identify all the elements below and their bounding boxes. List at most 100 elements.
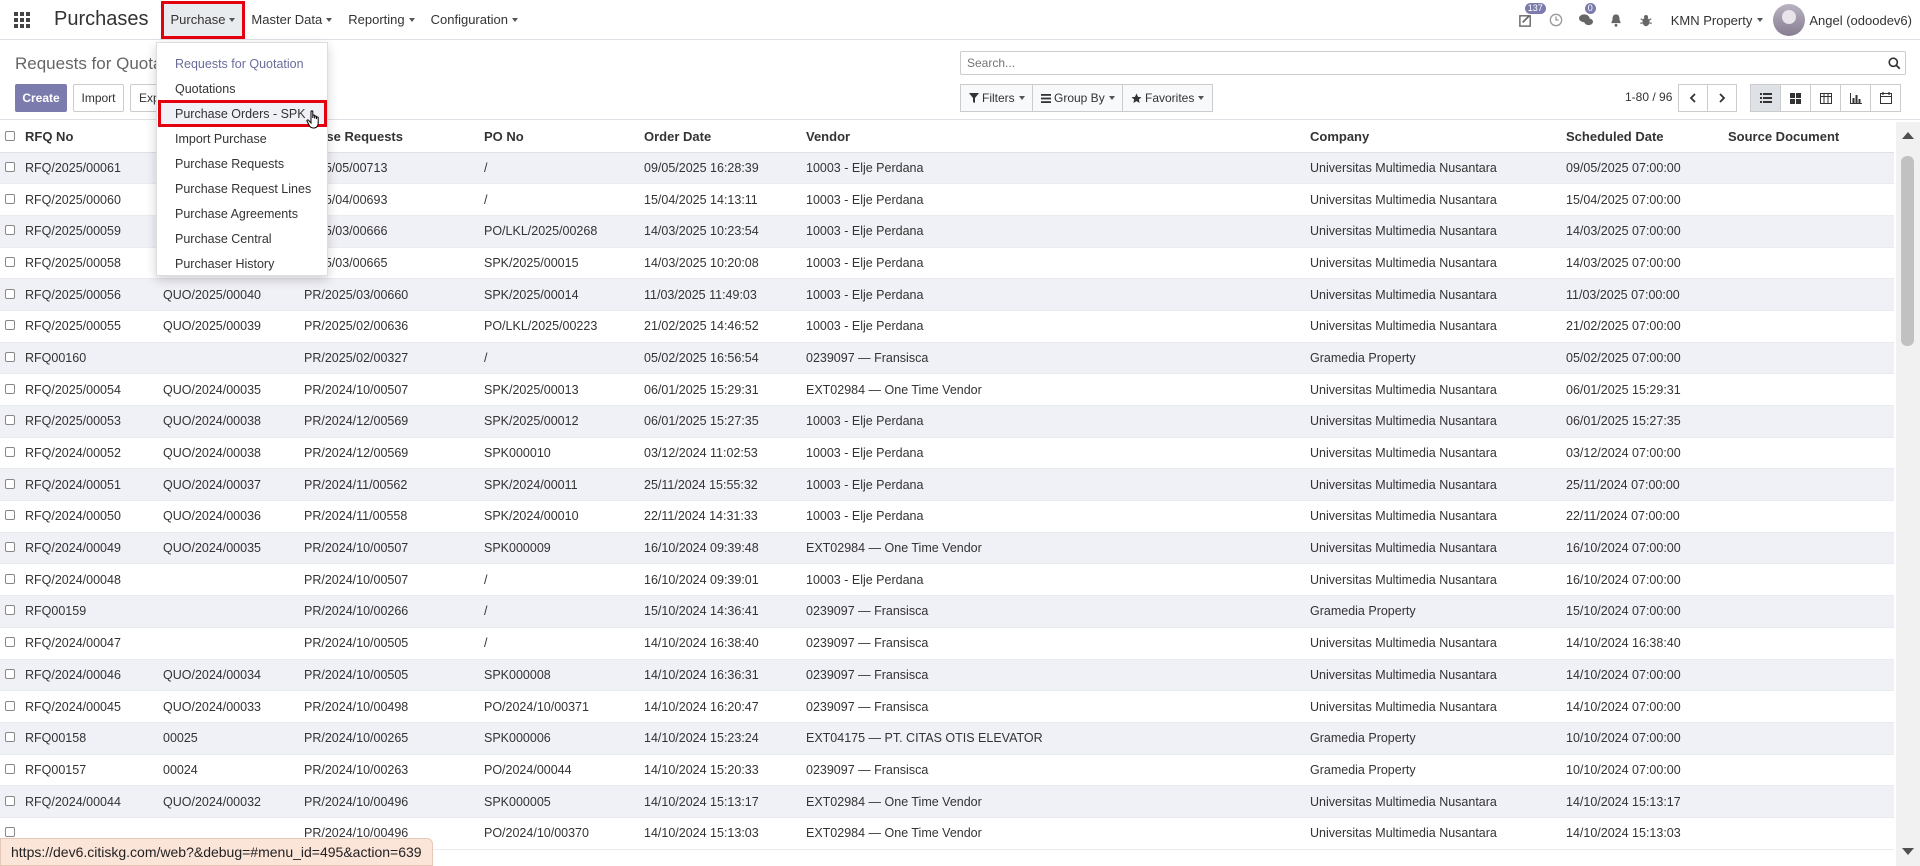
- table-cell: 03/12/2024 11:02:53: [644, 437, 806, 470]
- menu-item-purchase-request-lines[interactable]: Purchase Request Lines: [157, 176, 327, 201]
- activity-icon[interactable]: 137: [1511, 0, 1546, 40]
- pager-previous-button[interactable]: [1678, 84, 1708, 112]
- kanban-view-button[interactable]: [1780, 84, 1811, 112]
- calendar-view-button[interactable]: [1870, 84, 1901, 112]
- column-header[interactable]: Vendor: [806, 122, 1310, 153]
- table-row[interactable]: RFQ/2024/00045 QUO/2024/00033 PR/2024/10/0…: [0, 690, 1894, 723]
- menu-configuration[interactable]: Configuration: [423, 5, 526, 35]
- table-cell: RFQ00157: [25, 754, 163, 787]
- apps-menu-icon[interactable]: [0, 0, 44, 40]
- row-checkbox[interactable]: [0, 152, 25, 185]
- scroll-down-icon[interactable]: [1902, 848, 1914, 855]
- row-checkbox[interactable]: [0, 468, 25, 502]
- table-cell: 21/02/2025 14:46:52: [644, 310, 806, 343]
- menu-item-purchase-central[interactable]: Purchase Central: [157, 226, 327, 251]
- row-checkbox[interactable]: [0, 563, 25, 597]
- row-checkbox[interactable]: [0, 754, 25, 787]
- column-header[interactable]: Scheduled Date: [1566, 122, 1728, 153]
- graph-view-button[interactable]: [1840, 84, 1871, 112]
- menu-item-quotations[interactable]: Quotations: [157, 76, 327, 101]
- vertical-scrollbar[interactable]: [1896, 122, 1920, 866]
- menu-item-import-purchase[interactable]: Import Purchase: [157, 126, 327, 151]
- table-cell: Gramedia Property: [1310, 722, 1566, 755]
- table-cell: PR/2024/11/00562: [304, 468, 484, 502]
- table-cell: PR/2024/10/00507: [304, 373, 484, 406]
- row-checkbox[interactable]: [0, 785, 25, 818]
- pager-next-button[interactable]: [1707, 84, 1737, 112]
- table-cell: Universitas Multimedia Nusantara: [1310, 152, 1566, 185]
- groupby-button[interactable]: Group By: [1032, 84, 1124, 112]
- row-checkbox[interactable]: [0, 215, 25, 248]
- clock-icon[interactable]: [1541, 0, 1571, 40]
- row-checkbox[interactable]: [0, 405, 25, 438]
- row-checkbox[interactable]: [0, 532, 25, 565]
- table-row[interactable]: RFQ/2024/00052 QUO/2024/00038 PR/2024/12/0…: [0, 437, 1894, 470]
- table-cell: Universitas Multimedia Nusantara: [1310, 310, 1566, 343]
- menu-item-purchase-agreements[interactable]: Purchase Agreements: [157, 201, 327, 226]
- select-all-checkbox[interactable]: [0, 122, 25, 153]
- column-header[interactable]: Source Document: [1728, 122, 1894, 153]
- table-row[interactable]: RFQ/2025/00055 QUO/2025/00039 PR/2025/02/0…: [0, 310, 1894, 343]
- menu-item-purchase-orders-spk[interactable]: Purchase Orders - SPK: [158, 100, 327, 127]
- column-header[interactable]: Company: [1310, 122, 1566, 153]
- table-row[interactable]: RFQ/2024/00047 PR/2024/10/00505/14/10/202…: [0, 627, 1894, 660]
- row-checkbox[interactable]: [0, 342, 25, 375]
- table-row[interactable]: RFQ/2024/00049 QUO/2024/00035 PR/2024/10/0…: [0, 532, 1894, 565]
- import-button[interactable]: Import: [73, 84, 124, 112]
- scroll-up-icon[interactable]: [1902, 132, 1914, 139]
- menu-purchase[interactable]: Purchase: [160, 0, 246, 39]
- row-checkbox[interactable]: [0, 627, 25, 660]
- bell-icon[interactable]: [1601, 0, 1631, 40]
- pager-value[interactable]: 1-80 / 96: [1625, 90, 1672, 104]
- menu-item-purchase-requests[interactable]: Purchase Requests: [157, 151, 327, 176]
- column-header[interactable]: RFQ No: [25, 122, 163, 153]
- table-row[interactable]: RFQ/2025/00053 QUO/2024/00038 PR/2024/12/0…: [0, 405, 1894, 438]
- table-cell: [1728, 563, 1894, 597]
- create-button[interactable]: Create: [15, 84, 67, 112]
- row-checkbox[interactable]: [0, 690, 25, 723]
- favorites-button[interactable]: Favorites: [1122, 84, 1214, 112]
- row-checkbox[interactable]: [0, 437, 25, 470]
- pivot-view-button[interactable]: [1810, 84, 1841, 112]
- row-checkbox[interactable]: [0, 595, 25, 628]
- row-checkbox[interactable]: [0, 183, 25, 216]
- user-menu[interactable]: Angel (odoodev6): [1773, 4, 1920, 36]
- table-cell: PR/2024/11/00558: [304, 500, 484, 533]
- column-header[interactable]: chase Requests: [304, 122, 484, 153]
- table-row[interactable]: RFQ/2024/00046 QUO/2024/00034 PR/2024/10/0…: [0, 659, 1894, 692]
- menu-reporting[interactable]: Reporting: [340, 5, 422, 35]
- row-checkbox[interactable]: [0, 500, 25, 533]
- menu-item-requests-for-quotation[interactable]: Requests for Quotation: [157, 51, 327, 76]
- table-row[interactable]: RFQ/2025/00054 QUO/2024/00035 PR/2024/10/0…: [0, 373, 1894, 406]
- column-header[interactable]: PO No: [484, 122, 644, 153]
- table-row[interactable]: RFQ/2024/00051 QUO/2024/00037 PR/2024/11/0…: [0, 468, 1894, 502]
- table-cell: 10003 - Elje Perdana: [806, 247, 1310, 280]
- messages-icon[interactable]: 0: [1571, 0, 1601, 40]
- menu-item-purchaser-history[interactable]: Purchaser History: [157, 251, 327, 276]
- row-checkbox[interactable]: [0, 278, 25, 311]
- menu-master-data[interactable]: Master Data: [243, 5, 340, 35]
- row-checkbox[interactable]: [0, 659, 25, 692]
- search-icon[interactable]: [1883, 56, 1905, 70]
- row-checkbox[interactable]: [0, 373, 25, 406]
- table-row[interactable]: RFQ00160 PR/2025/02/00327/05/02/2025 16:5…: [0, 342, 1894, 375]
- table-row[interactable]: RFQ00159 PR/2024/10/00266/15/10/2024 14:3…: [0, 595, 1894, 628]
- company-switcher[interactable]: KMN Property: [1661, 13, 1774, 28]
- table-row[interactable]: RFQ00157 00024 PR/2024/10/00263 PO/2024/000…: [0, 754, 1894, 787]
- bug-icon[interactable]: [1631, 0, 1661, 40]
- table-row[interactable]: RFQ00158 00025 PR/2024/10/00265 SPK000006 14…: [0, 722, 1894, 755]
- row-checkbox[interactable]: [0, 247, 25, 280]
- table-row[interactable]: RFQ/2024/00050 QUO/2024/00036 PR/2024/11/0…: [0, 500, 1894, 533]
- row-checkbox[interactable]: [0, 310, 25, 343]
- table-cell: 14/10/2024 15:13:17: [644, 785, 806, 818]
- table-cell: 10003 - Elje Perdana: [806, 468, 1310, 502]
- filters-button[interactable]: Filters: [960, 84, 1034, 112]
- row-checkbox[interactable]: [0, 722, 25, 755]
- scroll-thumb[interactable]: [1901, 156, 1914, 346]
- table-row[interactable]: RFQ/2025/00056 QUO/2025/00040 PR/2025/03/0…: [0, 278, 1894, 311]
- search-input[interactable]: [961, 56, 1883, 70]
- table-row[interactable]: RFQ/2024/00044 QUO/2024/00032 PR/2024/10/0…: [0, 785, 1894, 818]
- table-row[interactable]: RFQ/2024/00048 PR/2024/10/00507/16/10/202…: [0, 563, 1894, 597]
- column-header[interactable]: Order Date: [644, 122, 806, 153]
- list-view-button[interactable]: [1750, 84, 1781, 112]
